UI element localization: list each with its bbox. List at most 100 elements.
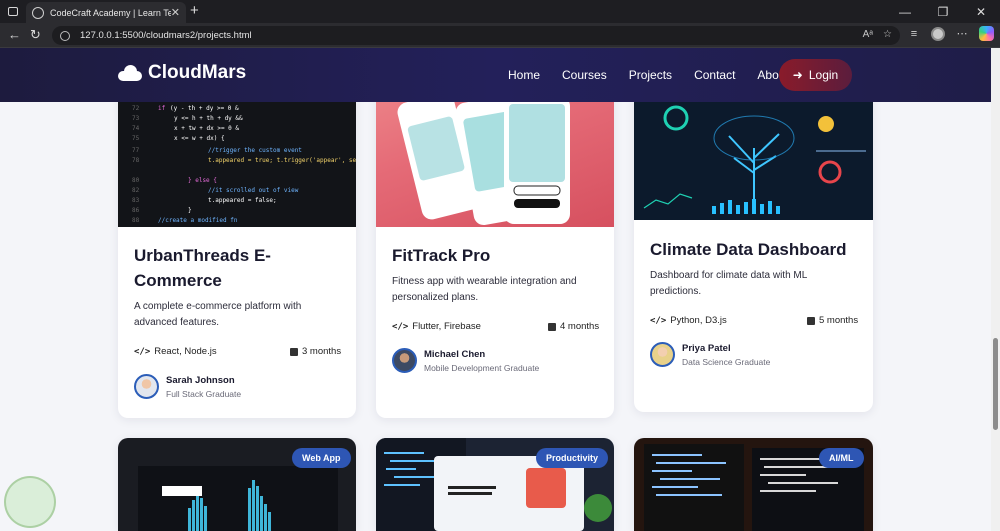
project-card-productivity[interactable]: Productivity: [376, 438, 614, 531]
avatar: [392, 348, 417, 373]
duration-text: 3 months: [302, 346, 342, 357]
avatar: [134, 374, 159, 399]
nav-courses[interactable]: Courses: [562, 68, 607, 82]
window-menu-icon[interactable]: [0, 0, 26, 23]
svg-text://it scrolled out of view: //it scrolled out of view: [208, 187, 299, 194]
calendar-icon: [807, 316, 815, 325]
globe-icon: [32, 6, 44, 19]
svg-text:88: 88: [132, 217, 140, 224]
site-header: CloudMars Home Courses Projects Contact …: [0, 48, 991, 102]
category-badge: Web App: [292, 448, 351, 468]
sign-in-icon: ➜: [792, 68, 803, 82]
reload-icon[interactable]: ↻: [30, 27, 41, 43]
address-bar: ← ↻ 127.0.0.1:5500/cloudmars2/projects.h…: [0, 23, 1000, 48]
url-field[interactable]: 127.0.0.1:5500/cloudmars2/projects.html …: [52, 26, 900, 45]
project-tech: </> Python, D3.js: [650, 315, 727, 326]
duration-text: 5 months: [819, 315, 859, 326]
author-role: Data Science Graduate: [682, 356, 771, 367]
svg-text:83: 83: [132, 197, 140, 204]
scrollbar-thumb[interactable]: [993, 338, 998, 430]
calendar-icon: [548, 322, 556, 331]
svg-text:82: 82: [132, 187, 140, 194]
copilot-icon[interactable]: [979, 26, 994, 41]
browser-tab[interactable]: CodeCraft Academy | Learn Tech Skills ✕: [26, 2, 186, 23]
brand-logo[interactable]: CloudMars: [118, 62, 246, 84]
svg-text:86: 86: [132, 207, 140, 214]
svg-text:78: 78: [132, 157, 140, 164]
project-card-urbanthreads[interactable]: 72 if (y - th + dy >= 0 & 73 y <= h + th + …: [118, 58, 356, 418]
category-badge: Productivity: [536, 448, 609, 468]
project-description: Fitness app with wearable integration an…: [392, 276, 577, 303]
author-name: Priya Patel: [682, 342, 731, 354]
project-duration: 5 months: [807, 315, 858, 326]
project-title: UrbanThreads E-Commerce: [134, 246, 271, 290]
svg-text:75: 75: [132, 135, 140, 142]
browser-tab-bar: CodeCraft Academy | Learn Tech Skills ✕ …: [0, 0, 1000, 23]
project-duration: 3 months: [290, 346, 341, 357]
svg-text:y <= h + th + dy &&: y <= h + th + dy &&: [174, 115, 243, 122]
svg-text:}: }: [188, 207, 192, 214]
read-aloud-icon[interactable]: Aᵃ: [863, 29, 873, 40]
project-title: FitTrack Pro: [392, 246, 491, 265]
author-name: Michael Chen: [424, 348, 486, 360]
svg-text:t.appeared = false;: t.appeared = false;: [208, 197, 277, 204]
svg-text:77: 77: [132, 147, 140, 154]
svg-text:80: 80: [132, 177, 140, 184]
project-card-fittrack[interactable]: FitTrack Pro Fitness app with wearable i…: [376, 58, 614, 418]
project-author: Sarah Johnson Full Stack Graduate: [134, 374, 241, 399]
project-tech: </> Flutter, Firebase: [392, 321, 481, 332]
svg-text://trigger the custom event: //trigger the custom event: [208, 147, 302, 154]
project-card-webapp[interactable]: Web App: [118, 438, 356, 531]
close-window-button[interactable]: ✕: [962, 0, 1000, 23]
svg-text:(y - th + dy >= 0 &: (y - th + dy >= 0 &: [170, 105, 239, 112]
author-role: Full Stack Graduate: [166, 388, 242, 399]
profile-avatar-icon[interactable]: [931, 26, 945, 41]
code-icon: </>: [134, 346, 151, 357]
code-icon: </>: [392, 321, 409, 332]
tech-stack: React, Node.js: [154, 346, 217, 357]
author-role: Mobile Development Graduate: [424, 362, 540, 373]
window-controls: — ❐ ✕: [886, 0, 1000, 23]
svg-text:74: 74: [132, 125, 140, 132]
minimize-button[interactable]: —: [886, 0, 924, 23]
project-description: A complete e-commerce platform with adva…: [134, 301, 302, 328]
svg-text://create a modified fn: //create a modified fn: [158, 217, 238, 224]
svg-text:} else {: } else {: [188, 177, 217, 184]
project-description: Dashboard for climate data with ML predi…: [650, 270, 807, 297]
nav-home[interactable]: Home: [508, 68, 540, 82]
nav-projects[interactable]: Projects: [629, 68, 672, 82]
more-menu-icon[interactable]: ⋯: [955, 27, 969, 40]
site-info-icon[interactable]: [60, 30, 70, 41]
nav-contact[interactable]: Contact: [694, 68, 735, 82]
project-author: Priya Patel Data Science Graduate: [650, 342, 770, 367]
favorite-star-icon[interactable]: ☆: [883, 29, 892, 40]
back-arrow-icon[interactable]: ←: [8, 27, 21, 43]
brand-name: CloudMars: [148, 62, 247, 83]
maximize-button[interactable]: ❐: [924, 0, 962, 23]
page-scrollbar[interactable]: [991, 48, 1000, 531]
project-card-climate[interactable]: Climate Data Dashboard Dashboard for cli…: [634, 58, 873, 412]
project-card-aiml[interactable]: AI/ML: [634, 438, 873, 531]
favorites-list-icon[interactable]: ≡: [907, 28, 921, 40]
svg-text:if: if: [158, 105, 166, 112]
tab-title: CodeCraft Academy | Learn Tech Skills: [50, 7, 171, 18]
category-badge: AI/ML: [819, 448, 864, 468]
project-title: Climate Data Dashboard: [650, 240, 847, 259]
new-tab-button[interactable]: +: [190, 2, 199, 20]
svg-text:x + tw + dx >= 0 &: x + tw + dx >= 0 &: [174, 125, 239, 132]
tech-stack: Python, D3.js: [670, 315, 727, 326]
main-nav: Home Courses Projects Contact About: [508, 68, 811, 82]
tab-close-icon[interactable]: ✕: [171, 6, 180, 19]
project-duration: 4 months: [548, 321, 599, 332]
project-tech: </> React, Node.js: [134, 346, 217, 357]
svg-text:t.appeared = true; t.trigger(': t.appeared = true; t.trigger('appear', s…: [208, 157, 356, 164]
project-author: Michael Chen Mobile Development Graduate: [392, 348, 539, 373]
svg-text:72: 72: [132, 105, 140, 112]
url-text: 127.0.0.1:5500/cloudmars2/projects.html: [80, 30, 252, 41]
watermark-logo: [4, 476, 56, 528]
duration-text: 4 months: [560, 321, 600, 332]
login-label: Login: [808, 68, 839, 82]
login-button[interactable]: ➜ Login: [779, 59, 852, 91]
cloud-icon: [118, 65, 142, 81]
author-name: Sarah Johnson: [166, 374, 235, 386]
